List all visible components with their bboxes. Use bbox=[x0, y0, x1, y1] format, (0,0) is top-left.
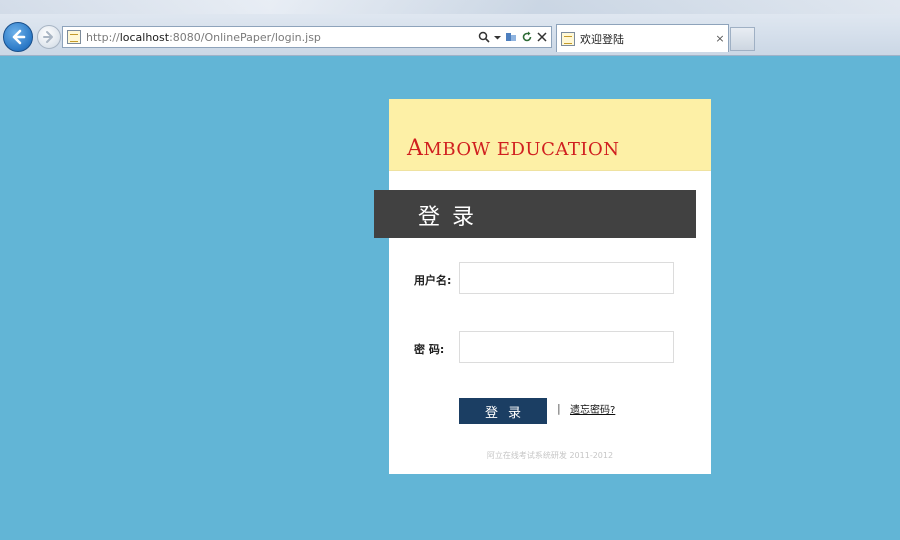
password-label: 密 码: bbox=[414, 343, 445, 356]
username-input[interactable] bbox=[459, 262, 674, 294]
brand-logo: AMBOW EDUCATION bbox=[407, 136, 620, 161]
tab-favicon-icon bbox=[561, 31, 575, 46]
refresh-icon[interactable] bbox=[521, 31, 533, 43]
page-favicon-icon bbox=[67, 30, 81, 44]
dropdown-arrow-icon[interactable] bbox=[494, 34, 501, 41]
browser-toolbar: http://localhost:8080/OnlinePaper/login.… bbox=[0, 0, 900, 56]
back-arrow-icon bbox=[12, 29, 26, 45]
username-label: 用户名: bbox=[414, 274, 452, 287]
tab-close-icon[interactable]: × bbox=[712, 32, 728, 45]
stop-icon[interactable] bbox=[537, 32, 547, 42]
link-separator: | bbox=[557, 402, 561, 415]
url-path: :8080/OnlinePaper/login.jsp bbox=[169, 30, 321, 44]
forward-button[interactable] bbox=[37, 25, 61, 49]
new-tab-button[interactable] bbox=[730, 27, 755, 51]
url-prefix: http:// bbox=[86, 30, 120, 44]
brand-initial: A bbox=[407, 136, 424, 161]
back-button[interactable] bbox=[3, 22, 33, 52]
login-button[interactable]: 登录 bbox=[459, 398, 547, 424]
password-input[interactable] bbox=[459, 331, 674, 363]
address-bar[interactable]: http://localhost:8080/OnlinePaper/login.… bbox=[62, 26, 552, 48]
title-strip bbox=[0, 0, 900, 14]
browser-tab[interactable]: 欢迎登陆 × bbox=[556, 24, 729, 52]
tab-title: 欢迎登陆 bbox=[580, 32, 624, 46]
url-host: localhost bbox=[119, 30, 170, 44]
forward-arrow-icon bbox=[43, 31, 53, 43]
copyright-text: 阿立在线考试系统研发 2011-2012 bbox=[486, 451, 614, 460]
search-icon[interactable] bbox=[478, 31, 490, 43]
address-tools bbox=[478, 31, 551, 43]
compatibility-view-icon[interactable] bbox=[505, 31, 517, 43]
url-text[interactable]: http://localhost:8080/OnlinePaper/login.… bbox=[86, 31, 478, 44]
forgot-password-link[interactable]: 遗忘密码? bbox=[570, 401, 615, 416]
login-title-bar: 登录 bbox=[374, 190, 696, 238]
login-title: 登录 bbox=[418, 205, 487, 230]
card-header: AMBOW EDUCATION bbox=[389, 99, 711, 171]
brand-name: MBOW EDUCATION bbox=[423, 139, 620, 160]
